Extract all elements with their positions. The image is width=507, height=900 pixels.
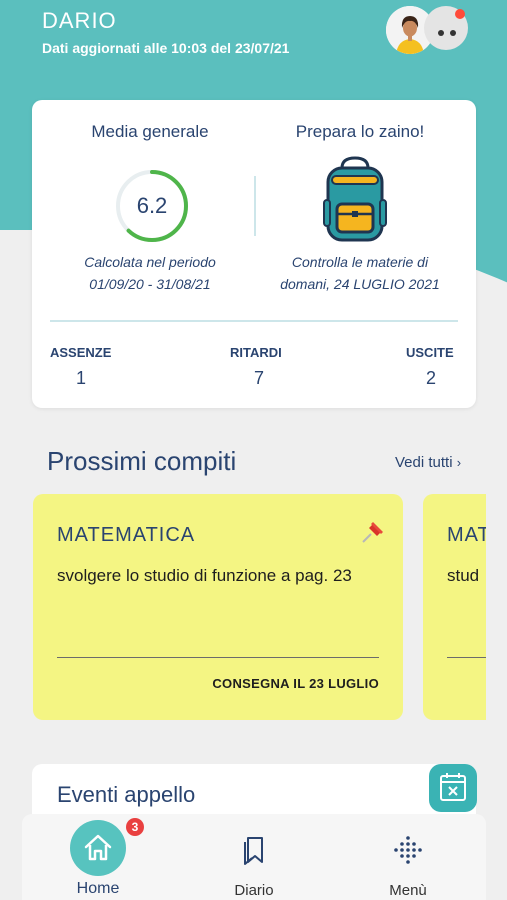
backpack-note-line1: Controlla le materie di — [291, 254, 429, 270]
chat-dot-icon — [450, 30, 456, 36]
homework-divider — [447, 657, 486, 658]
homework-divider — [57, 657, 379, 658]
nav-menu[interactable]: Menù — [348, 814, 468, 900]
stat-value: 1 — [76, 368, 87, 388]
card-divider — [254, 176, 256, 236]
nav-home[interactable]: 3 Home — [38, 814, 158, 900]
stat-label: ASSENZE — [50, 345, 112, 360]
homework-description: svolgere lo studio di funzione a pag. 23 — [57, 566, 352, 585]
backpack-note-line2: domani, 24 LUGLIO 2021 — [280, 276, 440, 292]
homework-card[interactable]: MAT stud — [423, 494, 486, 720]
homework-description: stud — [447, 566, 480, 585]
menu-grid-icon — [394, 836, 422, 864]
stat-value: 2 — [426, 368, 437, 388]
chevron-right-icon: › — [456, 455, 462, 470]
nav-home-label: Home — [76, 880, 120, 897]
home-icon — [84, 834, 112, 861]
bookmark-icon — [244, 837, 263, 865]
average-period-range: 01/09/20 - 31/08/21 — [89, 276, 211, 292]
pin-icon[interactable] — [359, 518, 387, 546]
average-gauge[interactable]: 6.2 — [112, 166, 192, 246]
summary-card: Media generale 6.2 Calcolata nel periodo… — [32, 100, 476, 408]
calendar-icon — [440, 773, 466, 801]
calendar-button[interactable] — [429, 764, 477, 812]
chat-button[interactable] — [424, 6, 468, 50]
home-button-bg — [70, 820, 126, 876]
backpack-title: Prepara lo zaino! — [295, 122, 425, 141]
notification-dot-icon — [455, 9, 465, 19]
nav-diary-label: Diario — [234, 882, 274, 899]
average-title: Media generale — [91, 122, 209, 141]
homework-card[interactable]: MATEMATICA svolgere lo studio di funzion… — [33, 494, 403, 720]
student-name: DARIO — [42, 8, 117, 33]
homework-subject: MAT — [447, 524, 486, 546]
backpack-icon — [323, 156, 387, 242]
stat-value: 7 — [254, 368, 265, 388]
chat-dot-icon — [438, 30, 444, 36]
nav-menu-label: Menù — [389, 882, 427, 899]
stats-divider — [50, 320, 458, 322]
backpack-button[interactable] — [322, 154, 388, 244]
nav-diary[interactable]: Diario — [194, 814, 314, 900]
average-period-label: Calcolata nel periodo — [84, 254, 216, 270]
bottom-navigation: 3 Home Diario Menù — [22, 814, 486, 900]
homework-section-title: Prossimi compiti — [47, 446, 237, 476]
stat-label: RITARDI — [230, 345, 282, 360]
events-title: Eventi appello — [57, 782, 196, 807]
homework-subject: MATEMATICA — [57, 524, 196, 546]
homework-due-date: CONSEGNA IL 23 LUGLIO — [212, 676, 379, 691]
see-all-label: Vedi tutti — [395, 454, 453, 471]
average-value: 6.2 — [136, 193, 168, 218]
home-notification-badge: 3 — [126, 818, 144, 836]
see-all-link[interactable]: Vedi tutti › — [395, 454, 461, 471]
stat-label: USCITE — [406, 345, 454, 360]
update-timestamp: Dati aggiornati alle 10:03 del 23/07/21 — [42, 40, 290, 56]
pin-shape — [362, 522, 383, 543]
